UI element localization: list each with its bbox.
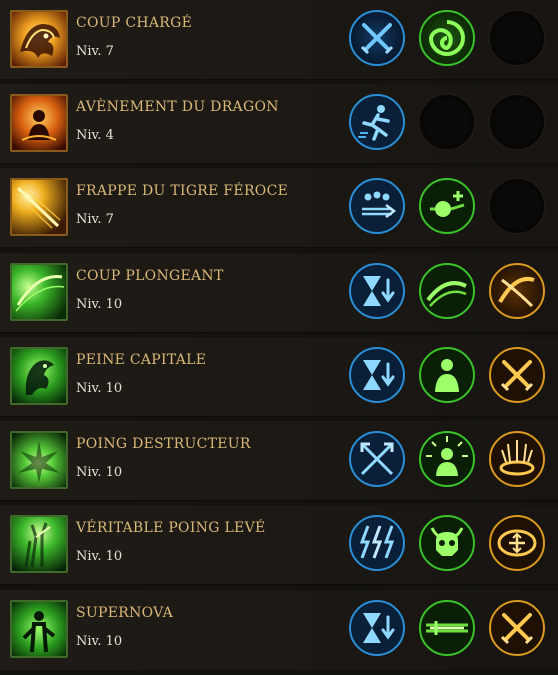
crossed-swords-icon[interactable] [488, 346, 546, 404]
skill-row[interactable]: PEINE CAPITALE Niv. 10 [0, 337, 558, 417]
skill-name: PEINE CAPITALE [76, 352, 207, 368]
meditating-monk-fire-icon[interactable] [10, 94, 68, 152]
skill-level: Niv. 7 [76, 212, 114, 227]
green-wave-slash-icon[interactable] [418, 262, 476, 320]
skill-name: AVÈNEMENT DU DRAGON [76, 99, 279, 115]
green-slash-icon[interactable] [10, 263, 68, 321]
skill-name: COUP CHARGÉ [76, 15, 193, 31]
skill-level: Niv. 10 [76, 549, 123, 564]
skill-row[interactable]: POING DESTRUCTEUR Niv. 10 [0, 421, 558, 501]
group-sword-icon[interactable] [348, 177, 406, 235]
crossed-swords-icon[interactable] [348, 9, 406, 67]
hourglass-down-icon[interactable] [348, 262, 406, 320]
skill-level: Niv. 10 [76, 634, 123, 649]
person-silhouette-icon[interactable] [418, 346, 476, 404]
skill-level: Niv. 10 [76, 465, 123, 480]
green-dragon-head-icon[interactable] [10, 347, 68, 405]
skill-name: VÉRITABLE POING LEVÉ [76, 520, 266, 536]
skill-row[interactable]: SUPERNOVA Niv. 10 [0, 590, 558, 670]
skill-name: COUP PLONGEANT [76, 268, 224, 284]
orb-plus-icon[interactable] [418, 177, 476, 235]
empty-rune-slot[interactable] [488, 9, 546, 67]
green-warrior-icon[interactable] [10, 600, 68, 658]
skill-name: SUPERNOVA [76, 605, 174, 621]
skill-row[interactable]: VÉRITABLE POING LEVÉ Niv. 10 [0, 505, 558, 585]
hourglass-down-icon[interactable] [348, 599, 406, 657]
empty-rune-slot[interactable] [418, 93, 476, 151]
green-sword-beam-icon[interactable] [418, 599, 476, 657]
skill-row[interactable]: FRAPPE DU TIGRE FÉROCE Niv. 7 [0, 168, 558, 248]
skill-row[interactable]: AVÈNEMENT DU DRAGON Niv. 4 [0, 84, 558, 164]
green-rising-fist-icon[interactable] [10, 515, 68, 573]
skill-level: Niv. 10 [76, 381, 123, 396]
green-swirl-icon[interactable] [418, 9, 476, 67]
empty-rune-slot[interactable] [488, 177, 546, 235]
fire-dragon-icon[interactable] [10, 10, 68, 68]
target-arrows-icon[interactable] [488, 514, 546, 572]
impact-ground-icon[interactable] [488, 430, 546, 488]
skill-level: Niv. 4 [76, 128, 114, 143]
empty-rune-slot[interactable] [488, 93, 546, 151]
crossed-arrows-icon[interactable] [348, 430, 406, 488]
green-explosion-icon[interactable] [10, 431, 68, 489]
demon-skull-icon[interactable] [418, 514, 476, 572]
hourglass-down-icon[interactable] [348, 346, 406, 404]
skill-name: POING DESTRUCTEUR [76, 436, 251, 452]
fire-slash-icon[interactable] [10, 178, 68, 236]
lightning-bolts-icon[interactable] [348, 514, 406, 572]
skill-level: Niv. 10 [76, 297, 123, 312]
person-burst-icon[interactable] [418, 430, 476, 488]
skill-row[interactable]: COUP CHARGÉ Niv. 7 [0, 0, 558, 80]
orange-crossed-slash-icon[interactable] [488, 262, 546, 320]
skill-row[interactable]: COUP PLONGEANT Niv. 10 [0, 253, 558, 333]
crossed-swords-icon[interactable] [488, 599, 546, 657]
skill-name: FRAPPE DU TIGRE FÉROCE [76, 183, 289, 199]
running-figure-icon[interactable] [348, 93, 406, 151]
skill-level: Niv. 7 [76, 44, 114, 59]
